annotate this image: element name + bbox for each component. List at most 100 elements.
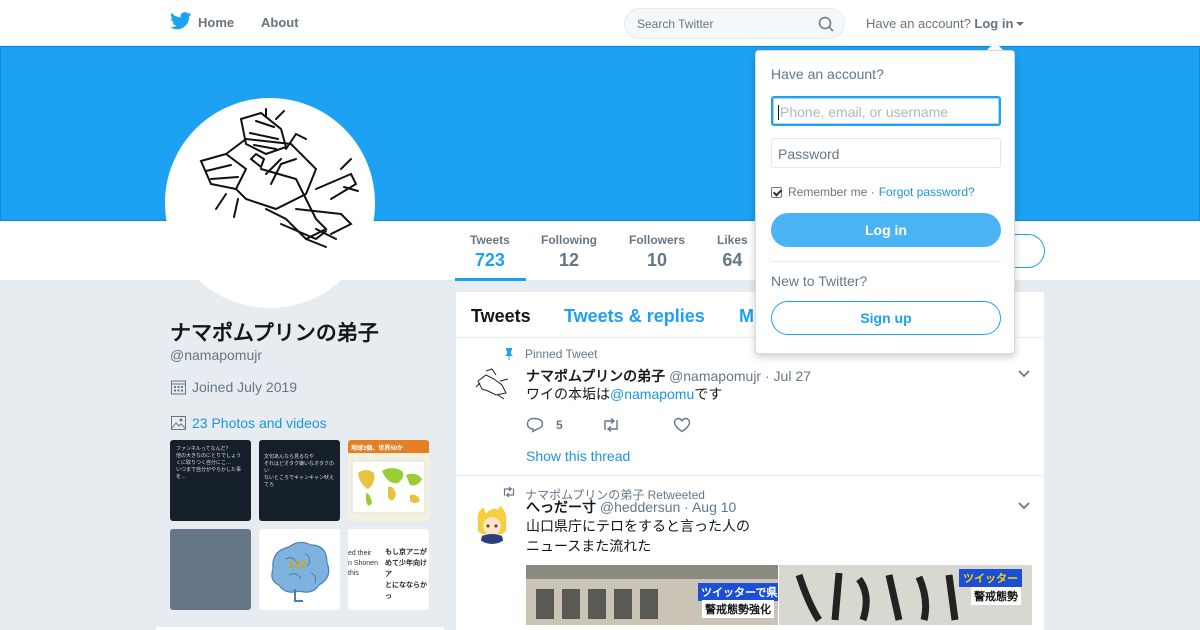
chevron-down-icon[interactable]: [1018, 370, 1030, 378]
tweet-text: ワイの本垢は@namapomuです: [526, 384, 722, 404]
media-thumbnail[interactable]: 地球3個、世界50か: [348, 440, 429, 521]
tweet-retweeted[interactable]: ナマポムプリンの弟子 Retweeted へっだー寸 @heddersun · …: [456, 476, 1044, 630]
dropdown-divider: [771, 261, 1001, 262]
tweet-text-line: ニュースまた流れた: [526, 538, 652, 554]
stat-tweets[interactable]: Tweets 723: [470, 233, 510, 271]
media-thumbnail[interactable]: ed their n Shonen this もし京アニが めて少年向けア とに…: [348, 529, 429, 610]
profile-avatar[interactable]: [165, 98, 375, 308]
nav-about[interactable]: About: [261, 15, 299, 30]
twitter-bird-icon: [170, 12, 192, 30]
photo-icon: [171, 416, 186, 430]
login-button[interactable]: Log in: [771, 213, 1001, 247]
media-caption: ツイッター: [959, 569, 1022, 587]
sketch-avatar-image: [472, 365, 512, 405]
tweet-username[interactable]: @namapomujr: [669, 368, 761, 384]
joined-text: Joined July 2019: [192, 379, 298, 395]
text-cursor: [778, 105, 779, 120]
pin-icon: [505, 348, 513, 360]
anime-avatar-image: [472, 504, 512, 544]
media-thumbnail[interactable]: [170, 529, 251, 610]
tweet-date[interactable]: · Aug 10: [684, 499, 736, 515]
password-placeholder: Password: [778, 146, 840, 162]
thumbnail-text: 文句あんなら見るなや それはどオタク嫌いなオタクのい ないところでキャンキャン吠…: [264, 454, 335, 488]
nav-home[interactable]: Home: [170, 12, 235, 30]
username-field[interactable]: Phone, email, or username: [771, 96, 1001, 126]
stat-likes-value: 64: [722, 250, 743, 270]
tweet-username[interactable]: @heddersun: [600, 499, 680, 515]
tweet-mention-link[interactable]: @namapomu: [610, 386, 694, 402]
remember-me-row: Remember me · Forgot password?: [771, 185, 975, 199]
tweet-media-image[interactable]: ツイッターで県庁に 警戒態勢強化: [526, 565, 778, 625]
stat-tweets-value: 723: [474, 250, 505, 270]
tab-media[interactable]: M: [739, 306, 754, 327]
nav-home-label: Home: [198, 15, 235, 30]
retweet-icon: [503, 486, 515, 498]
dropdown-title: Have an account?: [771, 66, 884, 82]
profile-handle[interactable]: @namapomujr: [170, 347, 262, 363]
remember-me-checkbox[interactable]: [771, 186, 782, 198]
media-caption: 警戒態勢強化: [702, 600, 774, 618]
stat-followers[interactable]: Followers 10: [629, 233, 685, 271]
tab-tweets-and-replies[interactable]: Tweets & replies: [564, 306, 705, 327]
photos-videos-link[interactable]: 23 Photos and videos: [171, 415, 327, 431]
tweet-date[interactable]: · Jul 27: [765, 368, 811, 384]
search-input[interactable]: Search Twitter: [624, 8, 845, 39]
tweet-header: ナマポムプリンの弟子 @namapomujr · Jul 27: [526, 366, 811, 386]
tweet-text-part: です: [694, 386, 723, 402]
remember-me-label[interactable]: Remember me ·: [788, 185, 875, 199]
search-placeholder: Search Twitter: [637, 17, 714, 31]
photos-videos-label: 23 Photos and videos: [192, 415, 327, 431]
reply-icon[interactable]: [526, 417, 544, 433]
thumbnail-text: 地球3個、世界50か: [348, 440, 429, 453]
chevron-down-icon[interactable]: [1018, 502, 1030, 510]
show-this-thread-link[interactable]: Show this thread: [526, 448, 630, 464]
stat-following[interactable]: Following 12: [541, 233, 597, 271]
username-placeholder: Phone, email, or username: [780, 104, 949, 120]
stat-following-value: 12: [558, 250, 580, 270]
top-navigation: Home About Search Twitter Have an accoun…: [0, 0, 1200, 46]
like-heart-icon[interactable]: [673, 417, 691, 433]
stat-followers-value: 10: [646, 250, 668, 270]
stat-tweets-label: Tweets: [470, 233, 510, 247]
forgot-password-link[interactable]: Forgot password?: [879, 185, 975, 199]
media-thumbnail[interactable]: 132: [259, 529, 340, 610]
profile-joined: Joined July 2019: [171, 379, 297, 395]
tweet-fullname[interactable]: へっだー寸: [526, 499, 596, 515]
thumbnail-text: ed their n Shonen this: [348, 550, 378, 577]
signup-button[interactable]: Sign up: [771, 301, 1001, 335]
login-dropdown-toggle[interactable]: Have an account? Log in: [866, 16, 1025, 31]
stat-following-label: Following: [541, 233, 597, 247]
password-field[interactable]: Password: [771, 138, 1001, 168]
media-thumbnail[interactable]: ファンネルってなんだ？ 他の大きなのにとりでしょう くに取りつく自分にこ… いつ…: [170, 440, 251, 521]
stat-followers-label: Followers: [629, 233, 686, 247]
tweet-pinned[interactable]: Pinned Tweet ナマポムプリンの弟子 @namapomujr · Ju…: [456, 338, 1044, 475]
search-icon[interactable]: [818, 16, 834, 32]
reply-count: 5: [556, 418, 563, 432]
tweet-actions: 5: [526, 417, 691, 433]
nav-login-link[interactable]: Log in: [974, 16, 1013, 31]
profile-name[interactable]: ナマポムプリンの弟子: [170, 317, 379, 347]
tweet-context: Pinned Tweet: [525, 347, 598, 361]
tweet-avatar[interactable]: [472, 504, 512, 544]
tweet-text-line: 山口県庁にテロをすると言った人の: [526, 518, 750, 534]
tweet-header: へっだー寸 @heddersun · Aug 10: [526, 497, 736, 517]
stat-likes-label: Likes: [717, 233, 748, 247]
new-to-twitter-text: New to Twitter?: [771, 273, 868, 289]
calendar-icon: [171, 380, 186, 395]
tweet-media-image[interactable]: ツイッター 警戒態勢: [779, 565, 1032, 625]
tab-tweets[interactable]: Tweets: [471, 306, 531, 327]
tweet-avatar[interactable]: [472, 365, 512, 405]
stat-likes[interactable]: Likes 64: [717, 233, 748, 271]
tweet-fullname[interactable]: ナマポムプリンの弟子: [526, 368, 665, 384]
media-thumbnail[interactable]: 文句あんなら見るなや それはどオタク嫌いなオタクのい ないところでキャンキャン吠…: [259, 440, 340, 521]
tweet-text: 山口県庁にテロをすると言った人の ニュースまた流れた: [526, 516, 750, 556]
brain-number: 132: [288, 559, 307, 571]
tweet-text-part: ワイの本垢は: [526, 386, 610, 402]
have-account-text: Have an account?: [866, 16, 971, 31]
retweet-icon[interactable]: [601, 417, 621, 433]
sketch-avatar-image: [199, 108, 359, 248]
world-map-image: [351, 460, 426, 514]
media-caption: ツイッターで県庁に: [698, 583, 778, 601]
caret-down-icon: [1016, 22, 1025, 26]
thumbnail-text: ファンネルってなんだ？ 他の大きなのにとりでしょう くに取りつく自分にこ… いつ…: [176, 446, 242, 480]
